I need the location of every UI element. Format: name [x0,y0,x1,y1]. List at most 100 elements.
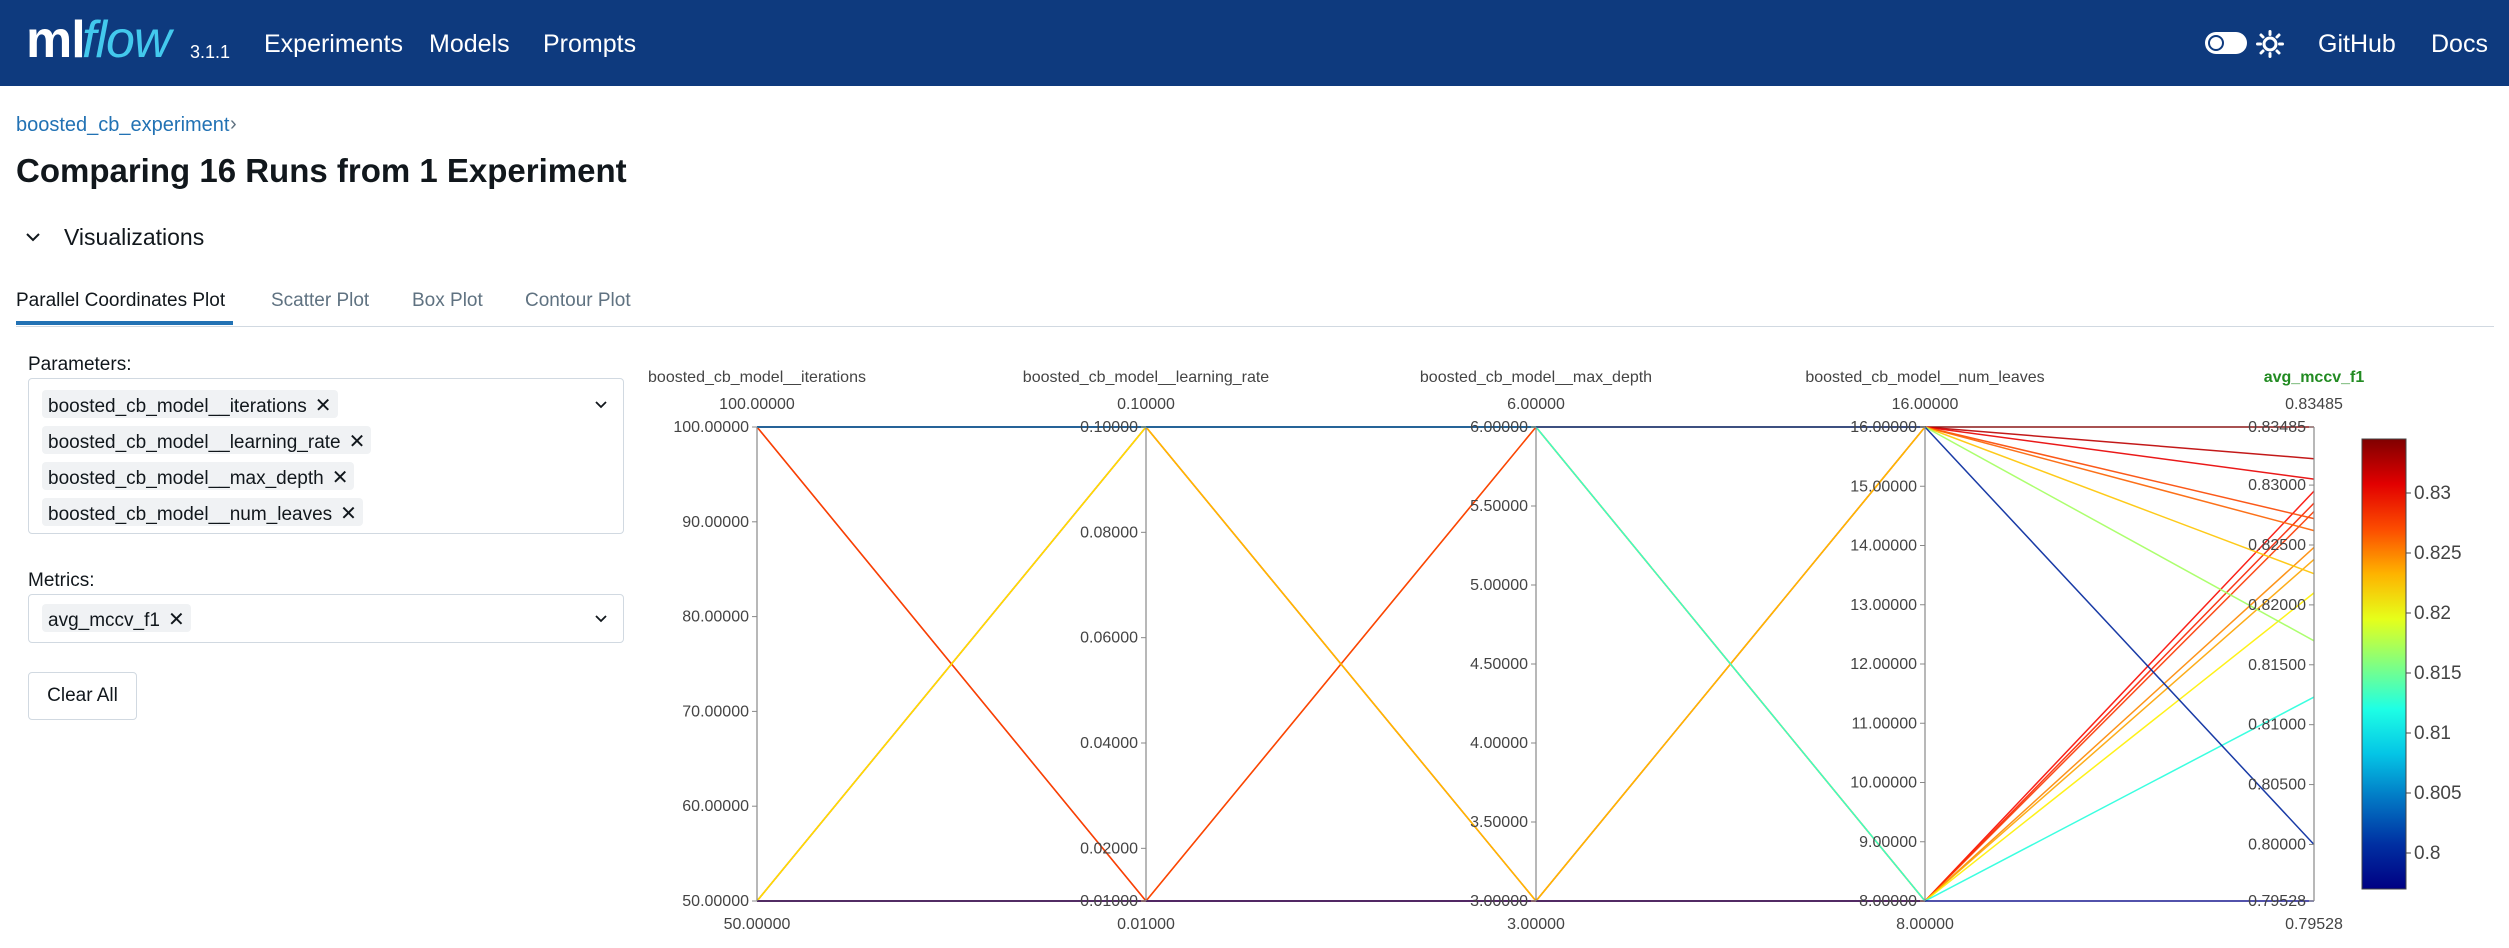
colorbar-tick-label: 0.83 [2414,483,2451,504]
axis-tick-label: 60.00000 [682,798,749,815]
axis-tick-label: 80.00000 [682,609,749,626]
metric-chip: avg_mccv_f1 ✕ [42,604,191,632]
remove-chip-icon[interactable]: ✕ [340,501,357,526]
nav-docs[interactable]: Docs [2431,30,2488,59]
nav-experiments[interactable]: Experiments [264,30,403,59]
axis-tick-label: 10.00000 [1850,775,1917,792]
param-chip: boosted_cb_model__iterations ✕ [42,390,338,418]
tab-parallel-coordinates[interactable]: Parallel Coordinates Plot [16,290,225,312]
axis-tick-label: 0.01000 [1080,893,1138,910]
axis-tick-label: 0.02000 [1080,840,1138,857]
axis-tick-label: 5.50000 [1470,498,1528,515]
clear-all-button[interactable]: Clear All [28,672,137,720]
axis-tick-label: 50.00000 [682,893,749,910]
breadcrumb-separator: › [230,113,237,135]
remove-chip-icon[interactable]: ✕ [332,465,349,490]
chevron-down-icon[interactable] [593,611,609,627]
axis-top-label: 16.00000 [1892,396,1959,413]
visualizations-toggle[interactable]: Visualizations [20,222,220,252]
nav-models[interactable]: Models [429,30,510,59]
colorbar-tick-label: 0.8 [2414,843,2440,864]
axis-tick-label: 0.80500 [2248,777,2306,794]
param-chip: boosted_cb_model__learning_rate ✕ [42,426,372,454]
parallel-coordinates-chart[interactable]: boosted_cb_model__iterations 100.00000 50.… [630,355,2500,948]
axis-tick-label: 3.00000 [1470,893,1528,910]
axis-tick-label: 13.00000 [1850,597,1917,614]
axis-bottom-label: 0.79528 [2285,916,2343,933]
axis-tick-label: 0.04000 [1080,735,1138,752]
toggle-knob [2208,35,2224,51]
visualizations-label: Visualizations [64,224,205,250]
axis-tick-label: 0.10000 [1080,419,1138,436]
remove-chip-icon[interactable]: ✕ [168,607,185,632]
colorbar-tick-label: 0.805 [2414,783,2462,804]
colorbar-tick-label: 0.815 [2414,663,2462,684]
axis-tick-label: 0.81500 [2248,657,2306,674]
axis-tick-label: 6.00000 [1470,419,1528,436]
chevron-down-icon[interactable] [593,397,609,413]
theme-toggle[interactable] [2205,32,2247,54]
param-chip-label: boosted_cb_model__max_depth [48,468,324,489]
axis-top-label: 100.00000 [719,396,795,413]
axis-title: boosted_cb_model__learning_rate [1023,369,1270,386]
axis-tick-label: 12.00000 [1850,656,1917,673]
param-chip-label: boosted_cb_model__learning_rate [48,432,341,453]
parameters-label: Parameters: [28,354,132,375]
chevron-down-icon [26,233,40,242]
sun-icon[interactable] [2256,30,2284,58]
axis-top-label: 0.83485 [2285,396,2343,413]
axis-tick-label: 100.00000 [673,419,749,436]
axis-tick-label: 0.79528 [2248,893,2306,910]
colorbar-tick-label: 0.81 [2414,723,2451,744]
metrics-label: Metrics: [28,570,95,591]
axis-tick-label: 9.00000 [1859,834,1917,851]
axis-tick-label: 5.00000 [1470,577,1528,594]
axis-tick-label: 4.00000 [1470,735,1528,752]
axis-tick-label: 0.81000 [2248,717,2306,734]
axis-tick-label: 4.50000 [1470,656,1528,673]
axis-tick-label: 0.82500 [2248,537,2306,554]
axis-tick-label: 16.00000 [1850,419,1917,436]
nav-github[interactable]: GitHub [2318,30,2396,59]
axis-title: boosted_cb_model__num_leaves [1805,369,2044,386]
axis-tick-label: 11.00000 [1851,715,1917,732]
parameters-select[interactable]: boosted_cb_model__iterations ✕ boosted_cb… [28,378,624,534]
nav-prompts[interactable]: Prompts [543,30,636,59]
axis-title: boosted_cb_model__max_depth [1420,369,1652,386]
logo-flow-text: flow [82,11,171,69]
version-label: 3.1.1 [190,42,231,62]
tab-scatter-plot[interactable]: Scatter Plot [271,290,369,312]
axis-tick-label: 70.00000 [682,703,749,720]
param-chip-label: boosted_cb_model__num_leaves [48,504,333,525]
tab-contour-plot[interactable]: Contour Plot [525,290,631,312]
axis-tick-label: 90.00000 [682,514,749,531]
remove-chip-icon[interactable]: ✕ [315,393,332,418]
axis-tick-label: 0.83485 [2248,419,2306,436]
remove-chip-icon[interactable]: ✕ [349,429,366,454]
top-navbar: ml flow 3.1.1 Experiments Models Prompts… [0,0,2509,86]
colorbar [2361,438,2407,890]
breadcrumb-experiment[interactable]: boosted_cb_experiment [16,114,229,137]
colorbar-tick-label: 0.82 [2414,603,2451,624]
param-chip: boosted_cb_model__max_depth ✕ [42,462,355,490]
axis-tick-label: 0.06000 [1080,630,1138,647]
metric-chip-label: avg_mccv_f1 [48,610,160,631]
axis-tick-label: 3.50000 [1470,814,1528,831]
axis-tick-label: 0.83000 [2248,477,2306,494]
colorbar-tick-label: 0.825 [2414,543,2462,564]
axis-top-label: 6.00000 [1507,396,1565,413]
axis-top-label: 0.10000 [1117,396,1175,413]
axis-bottom-label: 3.00000 [1507,916,1565,933]
axis-tick-label: 8.00000 [1859,893,1917,910]
axis-bottom-label: 8.00000 [1896,916,1954,933]
param-chip: boosted_cb_model__num_leaves ✕ [42,498,363,526]
param-chip-label: boosted_cb_model__iterations [48,396,307,417]
axis-tick-label: 0.82000 [2248,597,2306,614]
axis-tick-label: 15.00000 [1850,478,1917,495]
axis-title: boosted_cb_model__iterations [648,369,866,386]
axis-bottom-label: 0.01000 [1117,916,1175,933]
tab-box-plot[interactable]: Box Plot [412,290,483,312]
axis-tick-label: 0.08000 [1080,524,1138,541]
page-title: Comparing 16 Runs from 1 Experiment [16,152,627,189]
metrics-select[interactable]: avg_mccv_f1 ✕ [28,594,624,643]
